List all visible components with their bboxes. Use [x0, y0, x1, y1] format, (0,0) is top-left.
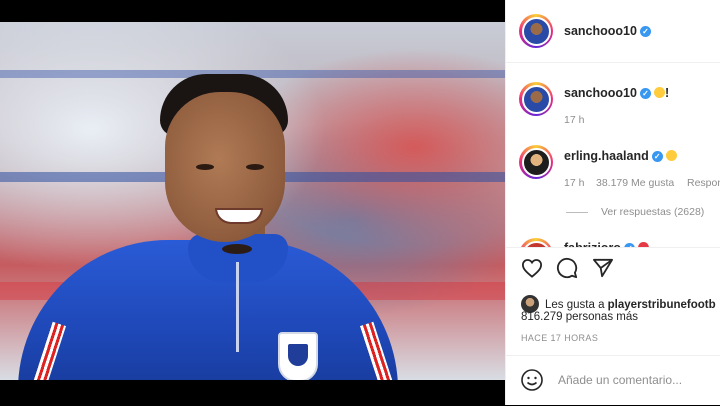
comment-username[interactable]: sanchooo10 ✓! — [564, 86, 669, 100]
comment-time: 17 h — [564, 114, 585, 126]
avatar-image — [521, 147, 551, 177]
likes-count-text: 816.279 personas más — [521, 311, 638, 323]
post-side-panel: sanchooo10 ✓ sanchooo10 ✓! 17 h erling.haa… — [505, 0, 720, 405]
verified-badge-icon: ✓ — [639, 26, 651, 37]
crying-face-icon — [665, 150, 677, 161]
beard — [222, 244, 252, 254]
comment-bubble-icon[interactable] — [554, 255, 580, 281]
comment-username-text: erling.haaland — [564, 149, 649, 163]
avatar-image — [521, 240, 551, 247]
comments-list[interactable]: sanchooo10 ✓! 17 h erling.haaland ✓ 17 h 3… — [506, 62, 720, 248]
grinning-face-icon — [653, 87, 665, 98]
jersey-zip — [236, 262, 239, 352]
comment-avatar[interactable] — [519, 145, 553, 179]
comment-time: 17 h — [564, 177, 585, 189]
likes-prefix: Les gusta a — [545, 299, 608, 311]
likes-count[interactable]: 816.279 personas más — [521, 311, 638, 323]
eye — [196, 164, 214, 170]
emoji-row-icon — [637, 242, 649, 247]
post-header: sanchooo10 ✓ — [506, 0, 720, 63]
comment-username-text: fabrizioro — [564, 241, 621, 248]
comment-input[interactable]: Añade un comentario... — [558, 373, 682, 387]
reply-link[interactable]: Respon — [687, 177, 720, 189]
author-username-text: sanchooo10 — [564, 24, 637, 38]
author-avatar[interactable] — [519, 14, 553, 48]
liker-username[interactable]: playerstribunefootb — [608, 299, 716, 311]
comment-username[interactable]: fabrizioro✓ — [564, 241, 649, 248]
post-actions — [506, 255, 720, 285]
verified-badge-icon: ✓ — [623, 243, 635, 247]
verified-badge-icon: ✓ — [639, 88, 651, 99]
paper-plane-icon[interactable] — [590, 255, 616, 281]
smiley-icon[interactable] — [520, 368, 544, 392]
comment-text: ! — [664, 86, 670, 100]
comment-avatar[interactable] — [519, 238, 553, 247]
view-replies-button[interactable]: Ver respuestas (2628) — [601, 206, 704, 218]
comment-avatar[interactable] — [519, 82, 553, 116]
post-photo[interactable] — [0, 22, 505, 380]
replies-divider — [566, 212, 588, 213]
author-username[interactable]: sanchooo10 ✓ — [564, 24, 651, 38]
comment-likes[interactable]: 38.179 Me gusta — [596, 177, 674, 189]
verified-badge-icon: ✓ — [651, 151, 663, 162]
add-comment-bar: Añade un comentario... — [506, 355, 720, 406]
eye — [246, 164, 264, 170]
heart-icon[interactable] — [519, 255, 545, 281]
comment-username[interactable]: erling.haaland ✓ — [564, 149, 677, 163]
avatar-image — [521, 84, 551, 114]
england-crest — [278, 332, 318, 380]
avatar-image — [521, 16, 551, 46]
post-timestamp[interactable]: HACE 17 HORAS — [521, 333, 598, 343]
comment-username-text: sanchooo10 — [564, 86, 637, 100]
